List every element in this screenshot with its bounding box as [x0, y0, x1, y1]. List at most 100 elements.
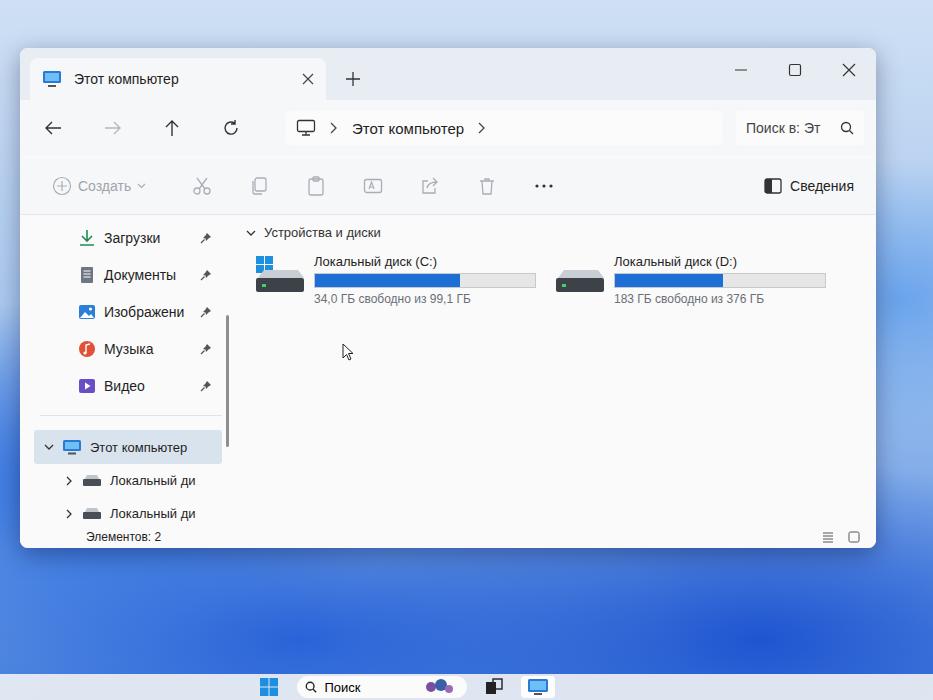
scissors-icon — [192, 176, 212, 196]
tab-title: Этот компьютер — [74, 71, 290, 87]
magnifier-icon — [840, 121, 854, 135]
details-button[interactable]: Сведения — [764, 178, 854, 194]
details-pane-icon — [764, 178, 782, 194]
computer-icon — [527, 678, 549, 696]
pin-icon[interactable] — [200, 306, 212, 318]
details-view-icon[interactable] — [822, 531, 834, 543]
address-bar: Этот компьютер Поиск в: Эт — [20, 100, 876, 156]
drive-name: Локальный диск (D:) — [614, 254, 826, 269]
drive-info: Локальный диск (D:) 183 ГБ свободно из 37… — [614, 254, 826, 306]
title-bar: Этот компьютер — [20, 48, 876, 100]
drive-free-space: 183 ГБ свободно из 376 ГБ — [614, 292, 826, 306]
magnifier-icon — [305, 681, 317, 693]
drive-free-space: 34,0 ГБ свободно из 99,1 ГБ — [314, 292, 536, 306]
window-controls — [734, 48, 876, 100]
collapsed-chevron-icon[interactable] — [64, 509, 74, 519]
tab[interactable]: Этот компьютер — [30, 58, 326, 100]
search-box[interactable]: Поиск в: Эт — [736, 111, 864, 145]
create-label: Создать — [78, 178, 131, 194]
share-icon — [420, 176, 440, 196]
section-title: Устройства и диски — [264, 225, 381, 240]
drive-icon — [254, 256, 306, 296]
more-button[interactable] — [534, 176, 554, 196]
back-arrow-icon[interactable] — [44, 120, 62, 136]
download-arrow-icon — [78, 229, 96, 247]
sidebar-scrollbar[interactable] — [222, 215, 232, 525]
scrollbar-thumb[interactable] — [226, 315, 229, 447]
expanded-chevron-icon[interactable] — [44, 443, 54, 451]
pin-icon[interactable] — [200, 232, 212, 244]
dropdown-chevron-icon — [137, 183, 146, 189]
drive-name: Локальный диск (C:) — [314, 254, 536, 269]
taskbar-search-label: Поиск — [325, 680, 361, 695]
action-buttons — [192, 176, 554, 196]
collapsed-chevron-icon[interactable] — [64, 476, 74, 486]
start-windows-icon[interactable] — [259, 677, 279, 697]
search-highlight-icon — [419, 677, 459, 697]
usage-bar — [614, 273, 826, 288]
usage-fill — [615, 274, 723, 287]
maximize-icon[interactable] — [788, 63, 802, 77]
tree-item[interactable]: Этот компьютер — [34, 430, 222, 464]
usage-bar — [314, 273, 536, 288]
close-tab-icon[interactable] — [302, 73, 314, 85]
paste-button[interactable] — [306, 176, 326, 196]
section-header[interactable]: Устройства и диски — [246, 225, 862, 240]
new-tab-icon[interactable] — [346, 72, 360, 86]
drive-icon — [82, 474, 102, 488]
item-count: Элементов: 2 — [86, 530, 161, 544]
cut-button[interactable] — [192, 176, 212, 196]
minimize-icon[interactable] — [734, 63, 748, 77]
copy-button[interactable] — [249, 176, 269, 196]
sidebar-item[interactable]: Музыка — [20, 330, 222, 367]
navigation-pane: Загрузки Документы Изображени Музыка Видео Эт… — [20, 215, 232, 525]
rename-button[interactable] — [363, 176, 383, 196]
breadcrumb[interactable]: Этот компьютер — [352, 120, 464, 137]
tree-item[interactable]: Локальный ди — [34, 464, 222, 497]
tree-label: Этот компьютер — [90, 440, 187, 455]
drive-tile[interactable]: Локальный диск (D:) 183 ГБ свободно из 37… — [554, 254, 826, 306]
taskbar-search[interactable]: Поиск — [297, 676, 467, 698]
address-box[interactable]: Этот компьютер — [286, 111, 722, 145]
sidebar-label: Музыка — [104, 341, 192, 357]
task-view-icon[interactable] — [485, 678, 503, 696]
tiles-view-icon[interactable] — [848, 531, 860, 543]
chevron-icon[interactable] — [478, 122, 486, 134]
usage-fill — [315, 274, 460, 287]
delete-button[interactable] — [477, 176, 497, 196]
more-dots-icon — [534, 183, 554, 189]
status-bar: Элементов: 2 — [20, 525, 876, 548]
drive-list: Локальный диск (C:) 34,0 ГБ свободно из 9… — [246, 254, 862, 306]
sidebar-item[interactable]: Видео — [20, 367, 222, 404]
sidebar-item[interactable]: Загрузки — [20, 219, 222, 256]
explorer-body: Загрузки Документы Изображени Музыка Видео Эт… — [20, 215, 876, 525]
forward-arrow-icon[interactable] — [104, 120, 122, 136]
close-icon[interactable] — [842, 63, 856, 77]
details-label: Сведения — [790, 178, 854, 194]
drive-tile[interactable]: Локальный диск (C:) 34,0 ГБ свободно из 9… — [254, 254, 536, 306]
computer-icon — [296, 119, 316, 137]
pin-icon[interactable] — [200, 343, 212, 355]
sidebar-label: Изображени — [104, 304, 192, 320]
sidebar-list: Загрузки Документы Изображени Музыка Видео Эт… — [20, 215, 222, 525]
clipboard-icon — [306, 176, 326, 196]
tree-label: Локальный ди — [110, 506, 196, 521]
search-placeholder: Поиск в: Эт — [746, 120, 820, 136]
up-arrow-icon[interactable] — [164, 119, 180, 137]
refresh-icon[interactable] — [222, 119, 240, 137]
sidebar-label: Документы — [104, 267, 192, 283]
share-button[interactable] — [420, 176, 440, 196]
pin-icon[interactable] — [200, 269, 212, 281]
sidebar-item[interactable]: Документы — [20, 256, 222, 293]
copy-icon — [249, 176, 269, 196]
content-pane: Устройства и диски Локальный диск (C:) 34,… — [232, 215, 876, 525]
picture-icon — [78, 303, 96, 321]
rename-icon — [363, 176, 383, 196]
taskbar-explorer-button[interactable] — [521, 676, 555, 698]
create-button[interactable]: Создать — [52, 176, 146, 196]
pin-icon[interactable] — [200, 380, 212, 392]
sidebar-item[interactable]: Изображени — [20, 293, 222, 330]
tree-label: Локальный ди — [110, 473, 196, 488]
drive-icon — [554, 256, 606, 296]
sidebar-label: Загрузки — [104, 230, 192, 246]
